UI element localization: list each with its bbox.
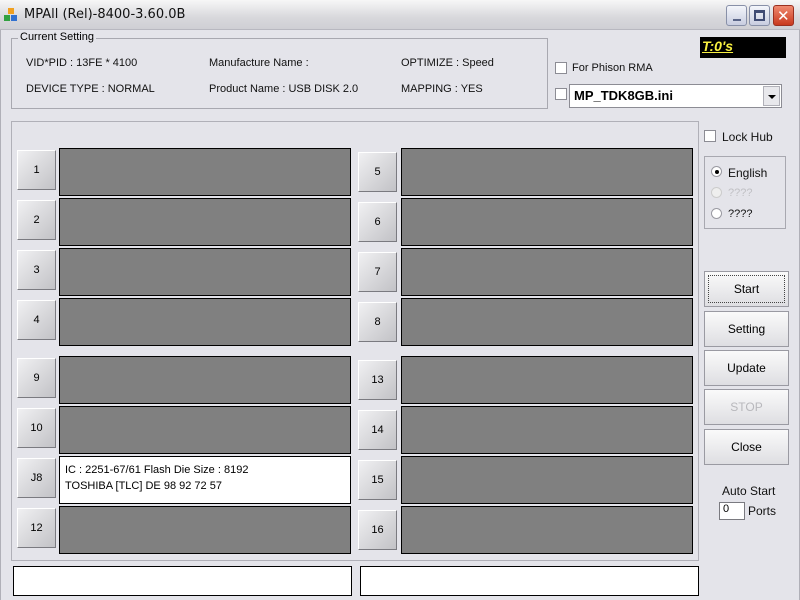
port-button[interactable]: 9 bbox=[17, 358, 56, 398]
manufacture-name: Manufacture Name : bbox=[209, 57, 309, 69]
close-window-button[interactable]: ✕ bbox=[773, 5, 794, 26]
port-button[interactable]: 8 bbox=[358, 302, 397, 342]
port-status-box bbox=[401, 248, 693, 296]
language-label-english: English bbox=[728, 166, 768, 180]
port-button[interactable]: 15 bbox=[358, 460, 397, 500]
chevron-down-icon[interactable] bbox=[763, 86, 780, 106]
port-button[interactable]: 16 bbox=[358, 510, 397, 550]
minimize-button[interactable] bbox=[726, 5, 747, 26]
lock-hub-checkbox[interactable] bbox=[704, 130, 716, 142]
port-button[interactable]: 2 bbox=[17, 200, 56, 240]
port-status-box bbox=[59, 198, 351, 246]
ini-file-checkbox[interactable] bbox=[555, 88, 567, 100]
start-button[interactable]: Start bbox=[704, 271, 789, 307]
phison-rma-checkbox[interactable] bbox=[555, 62, 567, 74]
port-button[interactable]: 14 bbox=[358, 410, 397, 450]
port-button[interactable]: 12 bbox=[17, 508, 56, 548]
port-button[interactable]: 4 bbox=[17, 300, 56, 340]
product-name: Product Name : USB DISK 2.0 bbox=[209, 83, 359, 95]
current-setting-group bbox=[11, 38, 548, 109]
optimize: OPTIMIZE : Speed bbox=[401, 57, 494, 69]
port-status-box bbox=[401, 456, 693, 504]
phison-rma-label: For Phison RMA bbox=[572, 62, 653, 74]
title-bar: MPAll (Rel)-8400-3.60.0B ✕ bbox=[0, 0, 800, 30]
port-status-box bbox=[59, 298, 351, 346]
timer-display: T:0's bbox=[700, 37, 786, 58]
mapping: MAPPING : YES bbox=[401, 83, 483, 95]
update-button[interactable]: Update bbox=[704, 350, 789, 386]
setting-button[interactable]: Setting bbox=[704, 311, 789, 347]
port-status-box bbox=[59, 248, 351, 296]
window-title: MPAll (Rel)-8400-3.60.0B bbox=[24, 7, 186, 22]
device-type: DEVICE TYPE : NORMAL bbox=[26, 83, 155, 95]
language-radio-english[interactable] bbox=[711, 166, 722, 177]
app-icon bbox=[4, 8, 18, 22]
auto-start-unit: Ports bbox=[748, 504, 777, 518]
minimize-icon bbox=[733, 19, 741, 21]
ini-file-dropdown[interactable]: MP_TDK8GB.ini bbox=[569, 84, 782, 108]
port-button[interactable]: 10 bbox=[17, 408, 56, 448]
auto-start-ports-input[interactable]: 0 bbox=[719, 502, 745, 520]
port-status-box bbox=[401, 506, 693, 554]
auto-start-label: Auto Start bbox=[722, 484, 776, 498]
ini-file-value: MP_TDK8GB.ini bbox=[574, 88, 673, 103]
port-status-box bbox=[59, 356, 351, 404]
port-status-box: IC : 2251-67/61 Flash Die Size : 8192 TOS… bbox=[59, 456, 351, 504]
maximize-button[interactable] bbox=[749, 5, 770, 26]
port-button[interactable]: 7 bbox=[358, 252, 397, 292]
port-button[interactable]: 5 bbox=[358, 152, 397, 192]
port-status-box bbox=[401, 298, 693, 346]
close-button[interactable]: Close bbox=[704, 429, 789, 465]
port-status-box bbox=[401, 148, 693, 196]
port-status-box bbox=[401, 356, 693, 404]
port-button[interactable]: 13 bbox=[358, 360, 397, 400]
lock-hub-label: Lock Hub bbox=[722, 130, 773, 144]
port-button[interactable]: 1 bbox=[17, 150, 56, 190]
current-setting-label: Current Setting bbox=[18, 31, 96, 43]
status-left bbox=[13, 566, 352, 596]
port-status-box bbox=[59, 406, 351, 454]
language-radio-3[interactable] bbox=[711, 208, 722, 219]
status-right bbox=[360, 566, 699, 596]
language-label-3: ???? bbox=[728, 208, 753, 220]
timer-value: T:0's bbox=[702, 38, 734, 54]
port-button[interactable]: 6 bbox=[358, 202, 397, 242]
port-info-line: TOSHIBA [TLC] DE 98 92 72 57 bbox=[65, 480, 222, 492]
port-button[interactable]: J8 bbox=[17, 458, 56, 498]
vid-pid: VID*PID : 13FE * 4100 bbox=[26, 57, 138, 69]
port-status-box bbox=[59, 506, 351, 554]
maximize-icon bbox=[754, 10, 765, 21]
port-button[interactable]: 3 bbox=[17, 250, 56, 290]
port-status-box bbox=[401, 406, 693, 454]
stop-button: STOP bbox=[704, 389, 789, 425]
port-status-box bbox=[59, 148, 351, 196]
port-info-line: IC : 2251-67/61 Flash Die Size : 8192 bbox=[65, 464, 249, 476]
port-status-box bbox=[401, 198, 693, 246]
language-radio-2 bbox=[711, 187, 722, 198]
close-icon: ✕ bbox=[777, 7, 790, 25]
language-label-2: ???? bbox=[728, 187, 753, 199]
